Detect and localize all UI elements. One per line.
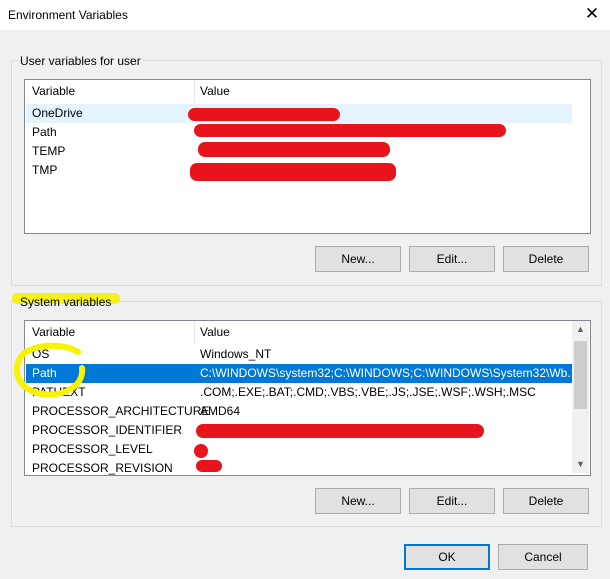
title-bar: Environment Variables ✕	[0, 0, 610, 30]
system-edit-button[interactable]: Edit...	[409, 488, 495, 514]
redaction-mark	[188, 108, 340, 121]
system-list-scrollbar[interactable]: ▲ ▼	[572, 321, 589, 473]
variable-value: C:\WINDOWS\system32;C:\WINDOWS;C:\WINDOW…	[200, 366, 570, 380]
redaction-mark	[190, 163, 396, 181]
window-title: Environment Variables	[8, 8, 128, 22]
highlight-circle	[13, 342, 86, 398]
column-separator[interactable]	[194, 80, 195, 103]
ok-button[interactable]: OK	[404, 544, 490, 570]
redaction-mark	[196, 460, 222, 472]
system-new-button[interactable]: New...	[315, 488, 401, 514]
variable-name: PROCESSOR_IDENTIFIER	[32, 423, 183, 437]
cancel-button[interactable]: Cancel	[498, 544, 588, 570]
close-icon[interactable]: ✕	[583, 5, 601, 23]
redaction-mark	[198, 142, 390, 157]
user-edit-button[interactable]: Edit...	[409, 246, 495, 272]
redaction-mark	[196, 424, 484, 438]
variable-value: .COM;.EXE;.BAT;.CMD;.VBS;.VBE;.JS;.JSE;.…	[200, 385, 536, 399]
variable-name: PROCESSOR_ARCHITECTURE	[32, 404, 210, 418]
variable-name: Path	[32, 125, 57, 139]
column-separator[interactable]	[194, 321, 195, 344]
user-delete-button[interactable]: Delete	[503, 246, 589, 272]
system-row-path[interactable]: Path C:\WINDOWS\system32;C:\WINDOWS;C:\W…	[26, 364, 572, 383]
system-row-processor-level[interactable]: PROCESSOR_LEVEL	[26, 440, 572, 459]
chevron-up-icon[interactable]: ▲	[572, 321, 589, 338]
system-variables-label: System variables	[20, 295, 112, 309]
system-row-pathext[interactable]: PATHEXT .COM;.EXE;.BAT;.CMD;.VBS;.VBE;.J…	[26, 383, 572, 402]
user-new-button[interactable]: New...	[315, 246, 401, 272]
variable-value: AMD64	[200, 404, 241, 418]
user-list-header: Variable Value	[25, 80, 572, 103]
system-delete-button[interactable]: Delete	[503, 488, 589, 514]
chevron-down-icon[interactable]: ▼	[572, 456, 589, 473]
variable-value: Windows_NT	[200, 347, 272, 361]
column-header-value[interactable]: Value	[200, 321, 230, 344]
variable-name: TMP	[32, 163, 58, 177]
system-row-processor-revision[interactable]: PROCESSOR_REVISION	[26, 459, 572, 475]
variable-name: OneDrive	[32, 106, 83, 120]
system-variables-list[interactable]: Variable Value OS Windows_NT Path C:\WIN…	[24, 320, 591, 476]
system-row-processor-architecture[interactable]: PROCESSOR_ARCHITECTURE AMD64	[26, 402, 572, 421]
system-row-os[interactable]: OS Windows_NT	[26, 345, 572, 364]
system-list-header: Variable Value	[25, 321, 572, 344]
user-list-scrollbar-area	[572, 80, 589, 231]
redaction-mark	[194, 124, 506, 137]
scrollbar-thumb[interactable]	[574, 341, 587, 409]
user-variables-label: User variables for user	[18, 54, 143, 68]
redaction-mark	[194, 444, 208, 458]
variable-name: TEMP	[32, 144, 66, 158]
variable-name: PROCESSOR_LEVEL	[32, 442, 153, 456]
variable-name: PROCESSOR_REVISION	[32, 461, 173, 475]
column-header-variable[interactable]: Variable	[32, 80, 75, 103]
column-header-value[interactable]: Value	[200, 80, 230, 103]
